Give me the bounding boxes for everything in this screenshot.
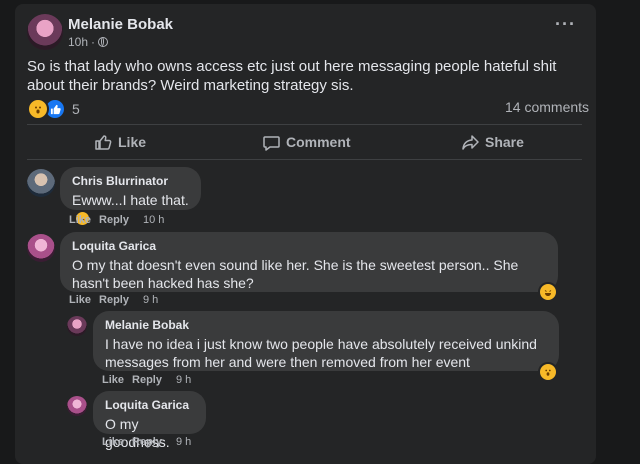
- comment-text-content: Ewww...I hate that.: [72, 192, 189, 208]
- like-label: Like: [118, 134, 147, 150]
- post-card: Melanie Bobak 10h · ··· So is that lady …: [15, 4, 596, 464]
- comment-like-button[interactable]: Like: [69, 214, 91, 226]
- comment-avatar[interactable]: [27, 234, 55, 262]
- post-author-avatar[interactable]: [27, 14, 63, 50]
- share-button[interactable]: Share: [462, 134, 524, 150]
- comment-button[interactable]: Comment: [263, 134, 351, 151]
- reply-author[interactable]: Melanie Bobak: [105, 318, 547, 332]
- reply-author[interactable]: Loquita Garica: [105, 398, 194, 412]
- reply-actions: Like Reply 9 h: [102, 436, 191, 448]
- comment-bubble: Loquita Garica O my that doesn't even so…: [60, 232, 558, 292]
- reply-like-button[interactable]: Like: [102, 374, 124, 386]
- comment-reply-button[interactable]: Reply: [99, 214, 129, 226]
- post-text: So is that lady who owns access etc just…: [27, 58, 557, 94]
- reply-time[interactable]: 9 h: [176, 374, 191, 386]
- comment-author[interactable]: Loquita Garica: [72, 239, 546, 253]
- comment-time[interactable]: 10 h: [143, 214, 164, 226]
- like-icon: [95, 135, 112, 150]
- share-label: Share: [485, 134, 524, 150]
- comment-like-button[interactable]: Like: [69, 294, 91, 306]
- comment-reply-button[interactable]: Reply: [99, 294, 129, 306]
- comment-actions: Like Reply 10 h: [69, 214, 164, 226]
- comment-text: O my that doesn't even sound like her. S…: [72, 257, 519, 291]
- share-icon: [462, 135, 479, 150]
- laugh-reaction-icon[interactable]: [538, 282, 558, 302]
- comment-actions: Like Reply 9 h: [69, 294, 158, 306]
- reply-bubble: Loquita Garica O my goodness.: [93, 391, 206, 450]
- comment-label: Comment: [286, 134, 351, 150]
- more-icon[interactable]: ···: [555, 15, 576, 33]
- divider-bottom: [27, 159, 582, 160]
- reply-avatar[interactable]: [67, 316, 87, 336]
- reply-time[interactable]: 9 h: [176, 436, 191, 448]
- reply-actions: Like Reply 9 h: [102, 374, 191, 386]
- comment-count[interactable]: 14 comments: [505, 99, 589, 115]
- comment-time[interactable]: 9 h: [143, 294, 158, 306]
- comment-avatar[interactable]: [27, 169, 55, 197]
- post-meta: 10h ·: [68, 35, 109, 49]
- reply-like-button[interactable]: Like: [102, 436, 124, 448]
- globe-icon: [98, 37, 109, 47]
- reply-bubble: Melanie Bobak I have no idea i just know…: [93, 311, 559, 371]
- reply-reply-button[interactable]: Reply: [132, 374, 162, 386]
- wow-reaction-icon[interactable]: [538, 362, 558, 382]
- like-button[interactable]: Like: [95, 134, 146, 150]
- reaction-count: 5: [72, 101, 80, 117]
- wow-reaction-icon: [27, 98, 49, 120]
- post-time[interactable]: 10h: [68, 35, 88, 49]
- post-author-name[interactable]: Melanie Bobak: [68, 16, 173, 33]
- meta-separator: ·: [91, 35, 96, 49]
- comment-author[interactable]: Chris Blurrinator: [72, 174, 189, 188]
- comment-bubble: Chris Blurrinator Ewww...I hate that.: [60, 167, 201, 225]
- reply-text: I have no idea i just know two people ha…: [105, 336, 537, 370]
- reply-avatar[interactable]: [67, 396, 87, 416]
- comment-icon: [263, 135, 280, 151]
- reaction-summary[interactable]: 5: [27, 98, 80, 120]
- divider-top: [27, 124, 582, 125]
- reply-reply-button[interactable]: Reply: [132, 436, 162, 448]
